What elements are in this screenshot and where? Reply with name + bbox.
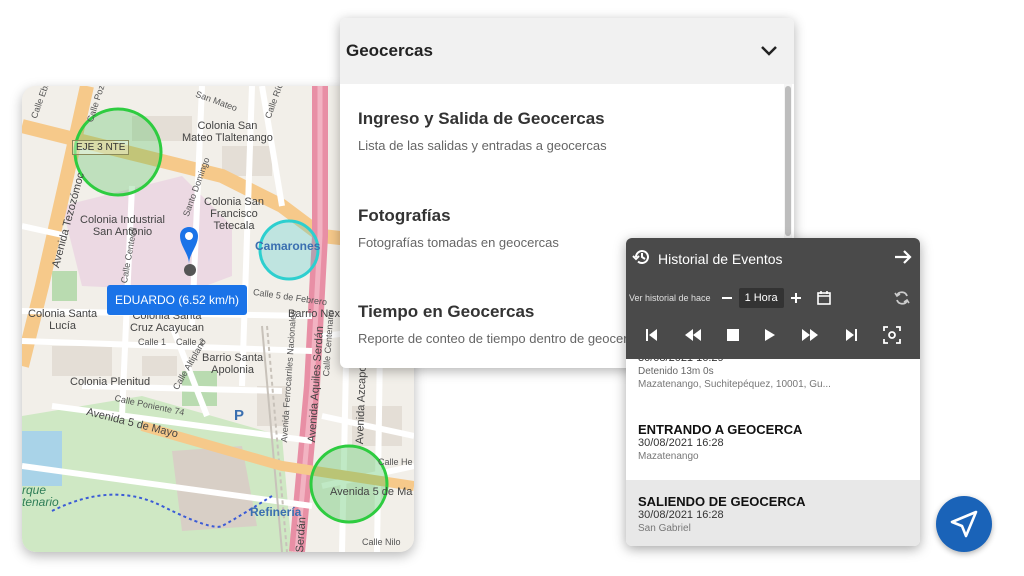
historial-range-row: Ver historial de hace 1 Hora [629, 286, 910, 310]
skip-start-icon[interactable] [645, 328, 659, 342]
map-label: EJE 3 NTE [72, 140, 130, 155]
plus-icon[interactable] [790, 292, 802, 304]
map-label: Refinería [250, 505, 302, 519]
event-detail: Detenido 13m 0s [638, 366, 714, 377]
vehicle-dot [184, 264, 196, 276]
historial-title-row: Historial de Eventos [632, 244, 912, 274]
map-label: Barrio Santa Apolonia [202, 352, 264, 376]
geocercas-item-subtitle: Lista de las salidas y entradas a geocer… [358, 138, 607, 153]
map-label: Colonia San Francisco Tetecala [204, 196, 264, 232]
geocercas-item-tiempo[interactable]: Tiempo en Geocercas Reporte de conteo de… [358, 302, 648, 346]
play-icon[interactable] [764, 328, 776, 342]
geocercas-item-ingreso-salida[interactable]: Ingreso y Salida de Geocercas Lista de l… [358, 109, 607, 153]
event-time: 30/08/2021 16:28 [638, 509, 724, 521]
geocercas-item-title: Tiempo en Geocercas [358, 302, 535, 321]
navigation-button[interactable] [936, 496, 992, 552]
event-location: Mazatenango, Suchitepéquez, 10001, Gu... [638, 379, 831, 390]
geocercas-title: Geocercas [346, 41, 433, 60]
geocercas-item-subtitle: Fotografías tomadas en geocercas [358, 235, 559, 250]
event-title: SALIENDO DE GEOCERCA [638, 494, 806, 509]
playback-controls [626, 320, 920, 350]
event-location: Mazatenango [638, 451, 699, 462]
event-location: San Gabriel [638, 523, 691, 534]
map-label: Camarones [255, 239, 321, 253]
map-label: Calle He [378, 457, 413, 467]
event-time: 30/08/2021 16:28 [638, 437, 724, 449]
refresh-icon[interactable] [894, 290, 910, 306]
historial-header: Historial de Eventos Ver historial de ha… [626, 238, 920, 359]
range-label: Ver historial de hace [629, 293, 711, 303]
map-label: Avenida 5 de Ma [330, 486, 413, 498]
parking-icon: P [234, 407, 245, 424]
chevron-down-icon[interactable] [758, 40, 780, 62]
calendar-icon[interactable] [816, 290, 832, 306]
map-label: Calle Nilo [362, 537, 401, 547]
map-label: Colonia Santa Lucía [28, 308, 98, 332]
list-item[interactable]: ENTRANDO A GEOCERCA 30/08/2021 16:28 Maz… [626, 398, 920, 480]
list-item[interactable]: SALIENDO DE GEOCERCA 30/08/2021 16:28 Sa… [626, 480, 920, 546]
historial-panel: 30/08/2021 16:29 Detenido 13m 0s Mazaten… [626, 238, 920, 546]
map-label: Serdán [294, 516, 309, 552]
map-label: Colonia Industrial San Antonio [80, 214, 165, 238]
map-label: Calle 1 [138, 337, 167, 347]
event-title: ENTRANDO A GEOCERCA [638, 422, 803, 437]
minus-icon[interactable] [721, 292, 733, 304]
fast-forward-icon[interactable] [801, 328, 819, 342]
skip-end-icon[interactable] [844, 328, 858, 342]
range-value[interactable]: 1 Hora [738, 288, 784, 308]
geofence-avenida5 [309, 444, 389, 524]
geocercas-item-subtitle: Reporte de conteo de tiempo dentro de ge… [358, 331, 648, 346]
map-label: rque tenario [22, 483, 59, 509]
map-label: Colonia San Mateo Tlaltenango [182, 120, 273, 144]
rewind-icon[interactable] [684, 328, 702, 342]
navigation-arrow-icon [950, 510, 978, 538]
geocercas-item-title: Fotografías [358, 206, 451, 225]
geocercas-item-fotografias[interactable]: Fotografías Fotografías tomadas en geoce… [358, 206, 559, 250]
vehicle-tooltip[interactable]: EDUARDO (6.52 km/h) [107, 285, 248, 315]
historial-list[interactable]: 30/08/2021 16:29 Detenido 13m 0s Mazaten… [626, 338, 920, 546]
history-icon [632, 247, 652, 272]
geocercas-item-title: Ingreso y Salida de Geocercas [358, 109, 605, 128]
map-label: Colonia Plenitud [70, 376, 151, 388]
historial-title: Historial de Eventos [658, 251, 783, 267]
scrollbar-thumb[interactable] [785, 86, 791, 236]
stop-icon[interactable] [726, 329, 739, 341]
geocercas-header[interactable]: Geocercas [340, 18, 794, 84]
focus-icon[interactable] [883, 326, 902, 344]
arrow-right-icon[interactable] [894, 249, 912, 270]
